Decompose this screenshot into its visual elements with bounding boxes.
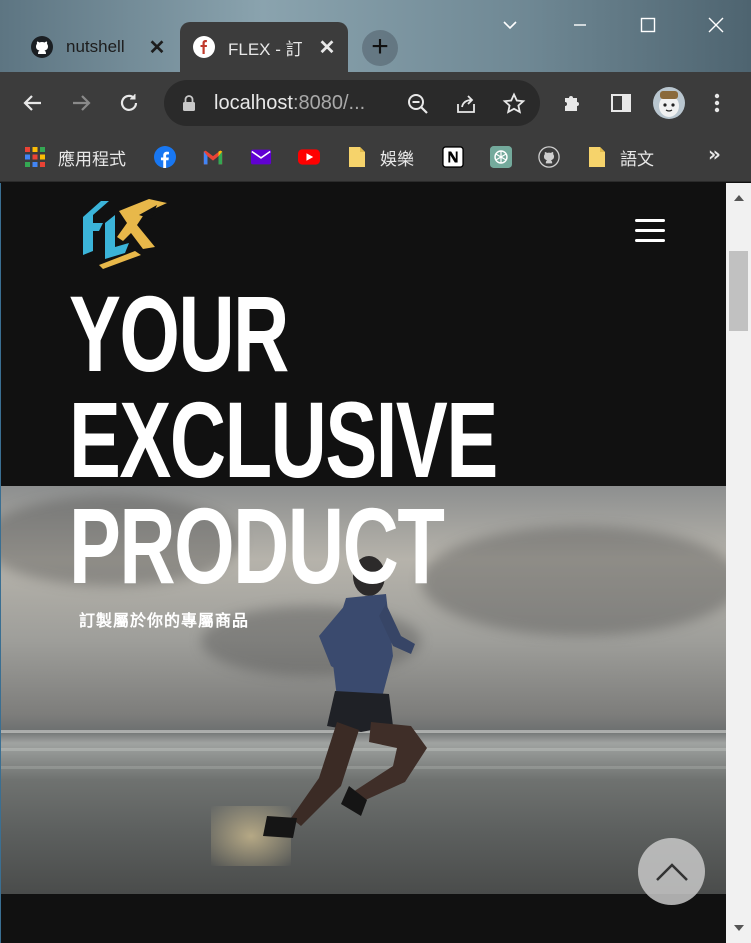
tab-title: FLEX - 訂: [228, 39, 303, 59]
hero-subtitle: 訂製屬於你的專屬商品: [79, 611, 250, 630]
apps-grid-icon: [24, 146, 46, 168]
bookmark-yahoo-mail[interactable]: [250, 144, 272, 170]
tab-nutshell[interactable]: nutshell ✕: [18, 22, 178, 72]
url-path: :8080/...: [292, 92, 366, 114]
bookmark-star-icon[interactable]: [502, 92, 526, 116]
zoom-out-icon[interactable]: [406, 92, 430, 116]
bookmark-label: 語文: [620, 149, 654, 170]
menu-kebab-icon[interactable]: [700, 86, 734, 120]
side-panel-icon[interactable]: [604, 86, 638, 120]
scroll-to-top-button[interactable]: [638, 838, 705, 905]
close-window-icon[interactable]: [696, 10, 736, 40]
reload-icon[interactable]: [112, 86, 146, 120]
scroll-down-arrow-icon[interactable]: [734, 925, 744, 931]
tab-flex[interactable]: FLEX - 訂 ✕: [180, 22, 348, 72]
page-viewport: YOUR EXCLUSIVE PRODUCT 訂製屬於你的專屬商品: [0, 183, 726, 943]
share-icon[interactable]: [454, 92, 478, 116]
bookmark-folder-language[interactable]: 語文: [586, 144, 654, 170]
flex-favicon-icon: [192, 35, 216, 59]
browser-toolbar: localhost:8080/...: [0, 72, 751, 134]
minimize-icon[interactable]: [560, 10, 600, 40]
forward-arrow-icon[interactable]: [64, 86, 98, 120]
hero-title-line: EXCLUSIVE: [69, 379, 498, 500]
bookmark-notion[interactable]: [442, 144, 464, 170]
hamburger-menu-icon[interactable]: [635, 219, 665, 243]
url-text: localhost:8080/...: [214, 92, 365, 115]
folder-icon: [586, 146, 608, 168]
bookmarks-overflow-button[interactable]: »: [708, 142, 721, 166]
facebook-icon: [154, 146, 176, 168]
chatgpt-icon: [490, 146, 512, 168]
extensions-puzzle-icon[interactable]: [556, 86, 590, 120]
back-arrow-icon[interactable]: [16, 86, 50, 120]
bookmark-label: 應用程式: [58, 149, 126, 170]
yahoo-mail-icon: [250, 146, 272, 168]
hero-title-line: YOUR: [69, 273, 289, 394]
close-tab-icon[interactable]: ✕: [146, 35, 168, 60]
url-host: localhost: [214, 92, 293, 114]
new-tab-button[interactable]: +: [362, 30, 398, 66]
tab-title: nutshell: [66, 37, 125, 56]
github-icon: [30, 35, 54, 59]
flex-logo[interactable]: [79, 193, 169, 269]
bookmark-folder-entertainment[interactable]: 娛樂: [346, 144, 414, 170]
bookmarks-bar: 應用程式 娛樂 語文: [0, 134, 751, 182]
scrollbar-thumb[interactable]: [729, 251, 748, 331]
profile-avatar[interactable]: [652, 86, 686, 120]
bookmark-chatgpt[interactable]: [490, 144, 512, 170]
browser-titlebar: nutshell ✕ FLEX - 訂 ✕ +: [0, 0, 751, 72]
folder-icon: [346, 146, 368, 168]
tab-search-icon[interactable]: [490, 10, 530, 40]
close-tab-icon[interactable]: ✕: [316, 35, 338, 60]
bookmark-github[interactable]: [538, 144, 560, 170]
youtube-icon: [298, 146, 320, 168]
hero-title: YOUR EXCLUSIVE PRODUCT: [69, 273, 663, 606]
hero-title-line: PRODUCT: [69, 485, 445, 606]
chevron-up-icon: [655, 862, 688, 881]
scroll-up-arrow-icon[interactable]: [734, 195, 744, 201]
maximize-icon[interactable]: [628, 10, 668, 40]
page-scrollbar[interactable]: [726, 183, 751, 943]
bookmark-gmail[interactable]: [202, 144, 224, 170]
bookmark-label: 娛樂: [380, 149, 414, 170]
bookmark-youtube[interactable]: [298, 144, 320, 170]
lock-icon[interactable]: [182, 94, 196, 116]
github-icon: [538, 146, 560, 168]
address-bar[interactable]: localhost:8080/...: [164, 80, 540, 126]
gmail-icon: [202, 146, 224, 168]
bookmark-apps[interactable]: 應用程式: [24, 144, 126, 170]
notion-icon: [442, 146, 464, 168]
bookmark-facebook[interactable]: [154, 144, 176, 170]
